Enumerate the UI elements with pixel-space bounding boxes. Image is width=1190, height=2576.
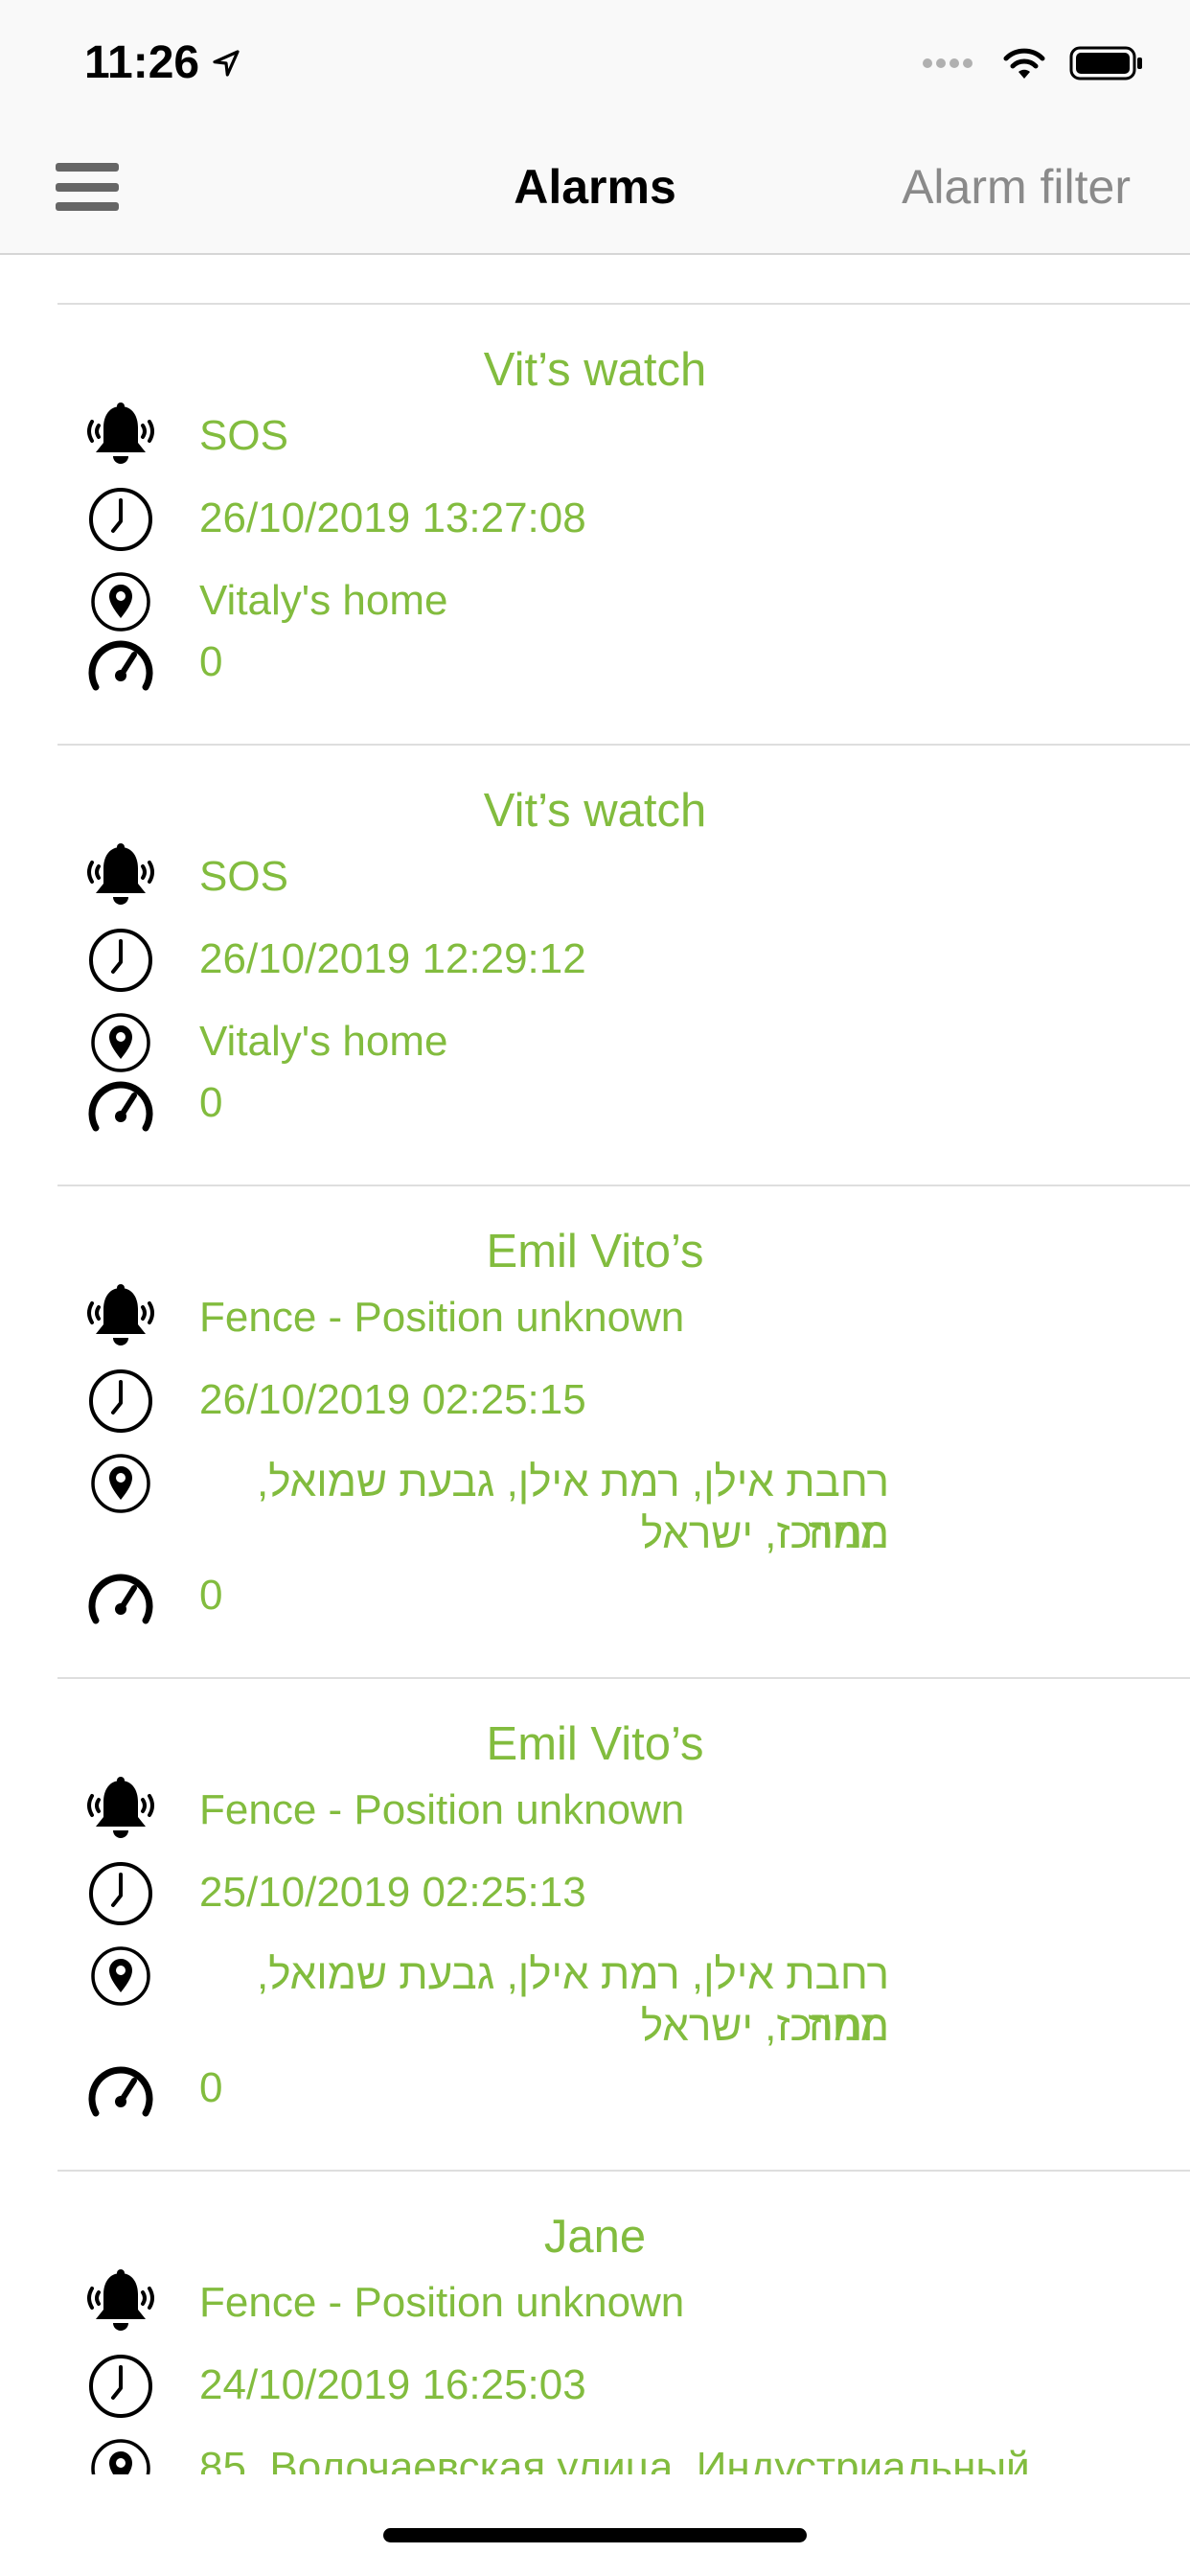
alarm-bell-icon xyxy=(82,1280,159,1357)
alarm-location-line1: 85, Волочаевская улица, Индустриальный xyxy=(199,2444,1030,2474)
alarm-speed-row: 0 xyxy=(0,2064,1190,2149)
alarm-type-row: Fence - Position unknown xyxy=(0,1777,1190,1871)
alarm-filter-button[interactable]: Alarm filter xyxy=(902,159,1131,215)
alarm-datetime-row: 26/10/2019 02:25:15 xyxy=(0,1369,1190,1460)
alarm-location-row: רחבת אילן, רמת אילן, גבעת שמואל, מחוז המר… xyxy=(0,1454,1190,1557)
status-time-text: 11:26 xyxy=(84,37,200,88)
home-indicator xyxy=(383,2528,807,2542)
alarm-device-name: Vit’s watch xyxy=(483,785,707,837)
alarm-list-item[interactable]: Vit’s watch SOS 26/10/2019 12:29:12 Vitaly'… xyxy=(0,746,1190,1186)
alarm-location-row: 85, Волочаевская улица, Индустриальный xyxy=(0,2439,1190,2474)
clock-icon xyxy=(82,1855,159,1932)
alarm-bell-icon xyxy=(82,840,159,916)
alarm-datetime-row: 26/10/2019 13:27:08 xyxy=(0,488,1190,579)
alarm-device-name: Emil Vito’s xyxy=(486,1718,704,1770)
clock-icon xyxy=(82,2348,159,2425)
alarm-datetime: 24/10/2019 16:25:03 xyxy=(199,2361,586,2408)
alarm-datetime: 26/10/2019 13:27:08 xyxy=(199,494,586,541)
status-time: 11:26 xyxy=(84,36,241,89)
alarm-datetime-row: 24/10/2019 16:25:03 xyxy=(0,2355,1190,2446)
navigation-bar: Alarms Alarm filter xyxy=(0,96,1190,255)
clock-icon xyxy=(82,481,159,558)
alarm-type: Fence - Position unknown xyxy=(199,2279,685,2326)
alarm-type-row: Fence - Position unknown xyxy=(0,2269,1190,2363)
alarm-list-item[interactable]: Emil Vito’s Fence - Position unknown 26/10… xyxy=(0,1186,1190,1679)
location-pin-icon xyxy=(82,2430,159,2474)
alarm-device-name: Jane xyxy=(543,2211,647,2263)
wifi-icon xyxy=(1003,48,1045,79)
alarm-location-line2: המרכז, ישראל xyxy=(640,1510,889,1557)
speedometer-icon xyxy=(82,2051,159,2128)
alarm-datetime-row: 26/10/2019 12:29:12 xyxy=(0,929,1190,1020)
status-icons xyxy=(922,44,1144,82)
alarm-speed-row: 0 xyxy=(0,1572,1190,1656)
alarm-type: Fence - Position unknown xyxy=(199,1786,685,1833)
signal-dots-icon xyxy=(923,58,973,68)
alarm-list[interactable]: Vit’s watch SOS 26/10/2019 13:27:08 Vitaly'… xyxy=(0,255,1190,2474)
alarm-datetime: 26/10/2019 12:29:12 xyxy=(199,935,586,982)
alarm-speed: 0 xyxy=(199,638,223,685)
speedometer-icon xyxy=(82,1558,159,1635)
alarm-type: Fence - Position unknown xyxy=(199,1294,685,1341)
alarm-speed-row: 0 xyxy=(0,1079,1190,1163)
alarm-speed: 0 xyxy=(199,1572,223,1619)
alarm-datetime: 25/10/2019 02:25:13 xyxy=(199,1869,586,1916)
clock-icon xyxy=(82,922,159,999)
alarm-list-item[interactable]: Vit’s watch SOS 26/10/2019 13:27:08 Vitaly'… xyxy=(0,305,1190,746)
alarm-type: SOS xyxy=(199,853,288,900)
alarm-type: SOS xyxy=(199,412,288,459)
alarm-type-row: SOS xyxy=(0,402,1190,496)
alarm-bell-icon xyxy=(82,399,159,475)
speedometer-icon xyxy=(82,625,159,702)
alarm-device-name: Emil Vito’s xyxy=(486,1226,704,1277)
alarm-datetime: 26/10/2019 02:25:15 xyxy=(199,1376,586,1423)
battery-icon xyxy=(1069,46,1142,80)
alarm-type-row: Fence - Position unknown xyxy=(0,1284,1190,1378)
alarm-speed: 0 xyxy=(199,1079,223,1126)
alarm-location-line1: Vitaly's home xyxy=(199,577,448,624)
clock-icon xyxy=(82,1363,159,1439)
alarm-speed-row: 0 xyxy=(0,638,1190,723)
location-pin-icon xyxy=(82,1938,159,2014)
speedometer-icon xyxy=(82,1066,159,1142)
alarm-device-name: Vit’s watch xyxy=(483,344,707,396)
alarm-bell-icon xyxy=(82,1773,159,1850)
alarm-speed: 0 xyxy=(199,2064,223,2111)
alarm-type-row: SOS xyxy=(0,843,1190,937)
alarm-list-item[interactable]: Emil Vito’s Fence - Position unknown 25/10… xyxy=(0,1679,1190,2172)
alarm-list-item[interactable]: Jane Fence - Position unknown 24/10/2019 1… xyxy=(0,2172,1190,2474)
alarm-datetime-row: 25/10/2019 02:25:13 xyxy=(0,1862,1190,1953)
alarm-location-row: רחבת אילן, רמת אילן, גבעת שמואל, מחוז המר… xyxy=(0,1946,1190,2050)
alarm-location-line1: Vitaly's home xyxy=(199,1018,448,1065)
location-arrow-icon xyxy=(213,49,240,77)
location-pin-icon xyxy=(82,1445,159,1522)
alarm-bell-icon xyxy=(82,2266,159,2342)
alarm-location-line2: המרכז, ישראל xyxy=(640,2003,889,2050)
